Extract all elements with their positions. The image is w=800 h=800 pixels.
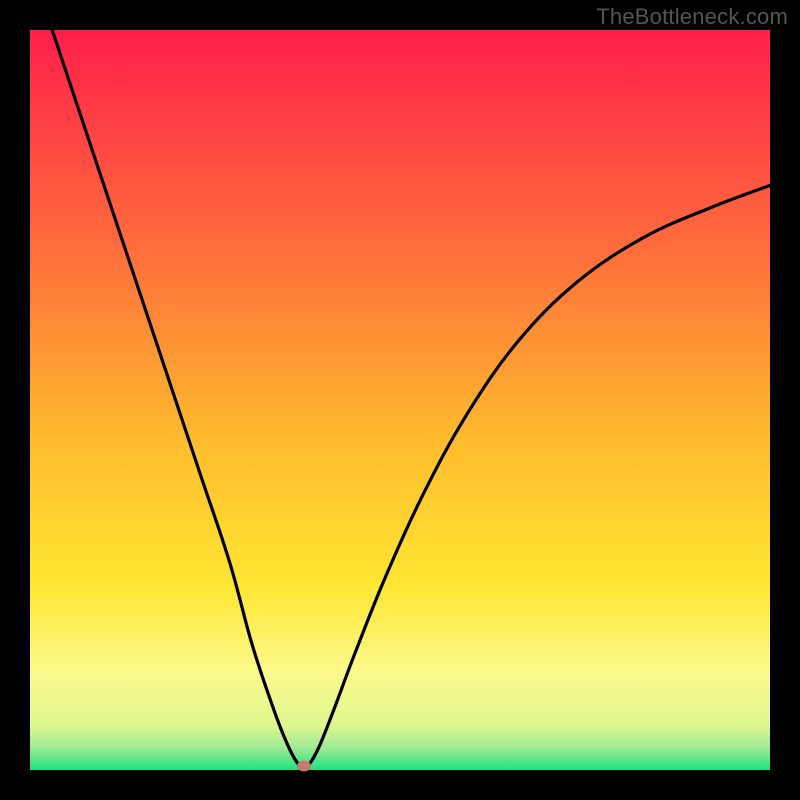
plot-area	[30, 30, 770, 770]
bottleneck-curve	[30, 30, 770, 770]
optimal-point-marker	[297, 761, 311, 772]
watermark-text: TheBottleneck.com	[596, 4, 788, 30]
chart-frame: TheBottleneck.com	[0, 0, 800, 800]
